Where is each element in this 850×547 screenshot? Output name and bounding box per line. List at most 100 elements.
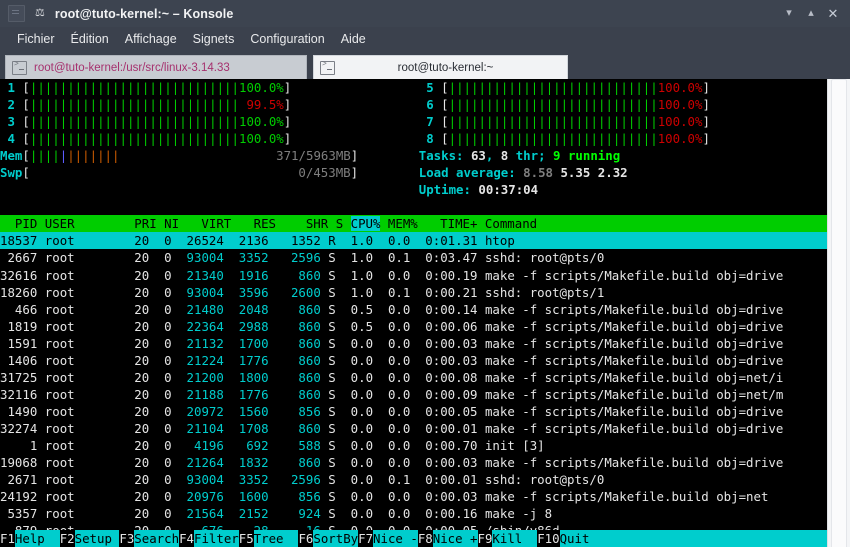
cell-cpu: 0.5 [335,301,374,317]
cell-ni: 0 [156,352,180,368]
cell-cpu: 0.0 [335,420,374,436]
htop-terminal[interactable]: 1 [||||||||||||||||||||||||||||100.0%] 5… [0,79,828,547]
cell-pid: 32616 [0,267,38,283]
menu-item-affichage[interactable]: Affichage [117,30,185,48]
fkey-number-f4[interactable]: F4 [179,529,194,547]
fkey-label-quit[interactable]: Quit [559,529,605,547]
terminal-icon [12,60,27,75]
table-row[interactable]: 1 root 20 0 4196 692 588 S 0.0 0.0 0:00.… [0,437,827,454]
fkey-number-f9[interactable]: F9 [477,529,493,547]
table-row[interactable]: 18260 root 20 0 93004 3596 2600 S 1.0 0.… [0,284,827,301]
cell-res: 1776 [223,352,269,368]
table-row[interactable]: 466 root 20 0 21480 2048 860 S 0.5 0.0 0… [0,301,827,318]
table-row[interactable]: 2667 root 20 0 93004 3352 2596 S 1.0 0.1… [0,249,827,266]
fkey-label-filter[interactable]: Filter [193,529,239,547]
column-header-cpu[interactable]: CPU% [350,216,381,232]
table-row[interactable]: 1819 root 20 0 22364 2988 860 S 0.5 0.0 … [0,318,827,335]
fkey-label-tree[interactable]: Tree [253,529,299,547]
table-row[interactable]: 1406 root 20 0 21224 1776 860 S 0.0 0.0 … [0,352,827,369]
fkey-number-f10[interactable]: F10 [537,529,560,547]
cell-time: 0:00.21 [410,284,478,300]
menu-item-configuration[interactable]: Configuration [242,30,332,48]
table-row[interactable]: 31725 root 20 0 21200 1800 860 S 0.0 0.0… [0,369,827,386]
cell-res: 1776 [223,386,269,402]
cell-user: root [37,403,105,419]
table-row[interactable]: 1490 root 20 0 20972 1560 856 S 0.0 0.0 … [0,403,827,420]
table-row[interactable]: 24192 root 20 0 20976 1600 856 S 0.0 0.0… [0,488,827,505]
cell-time: 0:00.06 [410,318,478,334]
cell-time: 0:01.31 [410,233,478,249]
table-row[interactable]: 5357 root 20 0 21564 2152 924 S 0.0 0.0 … [0,505,827,522]
minimize-button[interactable]: ▾ [778,3,800,25]
table-row[interactable]: 32616 root 20 0 21340 1916 860 S 1.0 0.0… [0,267,827,284]
cell-time: 0:00.01 [410,472,478,488]
cell-state: S [320,318,336,334]
cell-shr: 860 [268,386,321,402]
load-average-label: Load average: [418,165,524,181]
cell-pri: 20 [104,301,157,317]
cell-command: make -f scripts/Makefile.build obj=drive [477,301,784,317]
menu-item-edition[interactable]: Édition [63,30,117,48]
fkey-label-setup[interactable]: Setup [74,529,120,547]
cell-time: 0:00.09 [410,386,478,402]
cell-pid: 2671 [0,472,38,488]
cpu-meter-bracket-close: ] [283,114,292,130]
mem-meter-bracket-open: [ [22,148,30,164]
fkey-label-sortby[interactable]: SortBy [313,529,359,547]
menu-item-fichier[interactable]: Fichier [9,30,63,48]
fkey-number-f1[interactable]: F1 [0,529,15,547]
cpu-meter-bar: |||||||||||||||||||||||||||| [448,80,658,95]
cell-shr: 860 [268,318,321,334]
cell-mem: 0.0 [373,489,411,505]
cell-pid: 18260 [0,284,38,300]
fkey-number-f6[interactable]: F6 [298,529,314,547]
fkey-number-f2[interactable]: F2 [59,529,75,547]
close-button[interactable]: ✕ [822,3,844,25]
table-row[interactable]: 1591 root 20 0 21132 1700 860 S 0.0 0.0 … [0,335,827,352]
tab-home[interactable]: root@tuto-kernel:~ [313,55,568,79]
fkey-number-f3[interactable]: F3 [119,529,135,547]
cell-cpu: 0.0 [335,437,374,453]
fkey-label-help[interactable]: Help [14,529,60,547]
fkey-number-f5[interactable]: F5 [238,529,254,547]
fkey-label-nice[interactable]: Nice + [432,529,478,547]
cell-res: 3596 [223,284,269,300]
scrollbar-thumb[interactable] [831,79,847,547]
table-row[interactable]: 18537 root 20 0 26524 2136 1352 R 1.0 0.… [0,232,828,250]
fkey-label-nice[interactable]: Nice - [373,529,418,547]
table-row[interactable]: 32274 root 20 0 21104 1708 860 S 0.0 0.0… [0,420,827,437]
fkey-label-search[interactable]: Search [134,529,180,547]
meter-row: Uptime: 00:37:04 [0,181,827,198]
maximize-button[interactable]: ▴ [800,3,822,25]
cell-shr: 2596 [268,472,321,488]
cell-virt: 21104 [179,420,224,436]
cell-ni: 0 [156,437,180,453]
cpu-meter-label: 3 [0,114,23,130]
table-row[interactable]: 2671 root 20 0 93004 3352 2596 S 0.0 0.1… [0,471,827,488]
menu-item-aide[interactable]: Aide [333,30,374,48]
cpu-meter-bracket-close: ] [702,80,710,95]
fkey-number-f8[interactable]: F8 [417,529,433,547]
cell-pri: 20 [104,455,157,471]
cpu-meter-bracket-close: ] [283,131,292,147]
table-row[interactable]: 32116 root 20 0 21188 1776 860 S 0.0 0.0… [0,386,827,403]
fkey-label-kill[interactable]: Kill [492,529,538,547]
cell-time: 0:00.16 [410,506,478,522]
table-row[interactable]: 19068 root 20 0 21264 1832 860 S 0.0 0.0… [0,454,827,471]
tab-linux-src[interactable]: root@tuto-kernel:/usr/src/linux-3.14.33 [5,55,307,79]
process-table-header[interactable]: PID USER PRI NI VIRT RES SHR S CPU% MEM%… [0,215,828,233]
terminal-scrollbar[interactable] [827,79,850,547]
cell-res: 2048 [223,301,269,317]
cell-command: make -f scripts/Makefile.build obj=drive [477,455,784,471]
cell-virt: 21264 [179,455,224,471]
load-average: Load average: 8.58 5.35 2.32 [419,165,628,180]
cell-virt: 21480 [179,301,224,317]
tasks-running-label: running [560,148,621,164]
uptime-value: 00:37:04 [478,182,539,198]
cpu-meter-bracket-open: [ [22,114,30,130]
cpu-meter-bracket-open: [ [22,80,30,95]
pin-icon[interactable]: ⚖ [35,8,45,19]
cpu-meter-value: 100.0% [657,97,703,113]
menu-item-signets[interactable]: Signets [185,30,243,48]
fkey-number-f7[interactable]: F7 [358,529,374,547]
